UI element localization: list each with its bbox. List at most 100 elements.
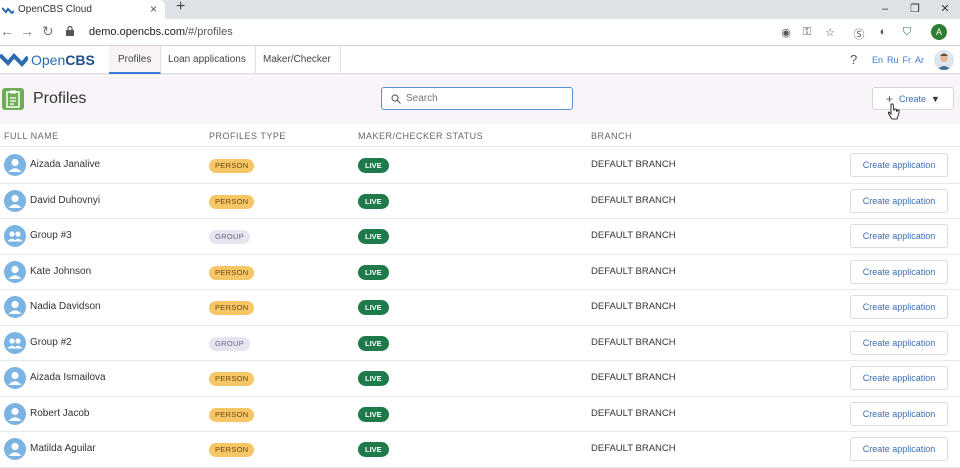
table-row[interactable]: Kate Johnson PERSON LIVE DEFAULT BRANCH Crea… [0, 254, 960, 290]
lang-ar[interactable]: Ar [915, 55, 924, 65]
profile-avatar [4, 260, 26, 283]
star-icon[interactable]: ☆ [823, 26, 837, 39]
logo-text: OpenCBS [31, 52, 95, 68]
tab-profiles[interactable]: Profiles [109, 46, 162, 74]
branch-name: DEFAULT BRANCH [591, 336, 676, 348]
create-application-button[interactable]: Create application [850, 188, 948, 213]
status-badge: LIVE [358, 442, 389, 457]
opencbs-logo[interactable]: OpenCBS [0, 51, 95, 69]
user-avatar[interactable] [934, 50, 954, 70]
profile-name[interactable]: Robert Jacob [30, 408, 89, 419]
person-icon [8, 158, 22, 172]
status-badge: LIVE [358, 158, 389, 173]
browser-tab[interactable]: OpenCBS Cloud × [0, 0, 165, 19]
search-input[interactable] [406, 91, 566, 106]
profile-name[interactable]: Group #2 [30, 337, 72, 348]
lang-fr[interactable]: Fr [903, 55, 912, 65]
table-row[interactable]: Aizada Janalive PERSON LIVE DEFAULT BRANCH C… [0, 148, 960, 184]
camera-blocked-icon[interactable]: ◉ [779, 26, 793, 39]
table-row[interactable]: Aizada Ismailova PERSON LIVE DEFAULT BRANCH… [0, 361, 960, 397]
help-icon[interactable]: ? [850, 52, 857, 67]
group-icon [7, 337, 23, 348]
profile-name[interactable]: David Duhovnyi [30, 195, 100, 206]
header-full-name[interactable]: FULL NAME [4, 131, 59, 141]
profile-type-badge: PERSON [209, 301, 255, 315]
profile-type-badge: PERSON [209, 194, 255, 209]
key-icon[interactable]: ⚿ [800, 26, 814, 39]
window-close-icon[interactable]: ✕ [930, 0, 960, 19]
restore-icon[interactable]: ❐ [900, 0, 930, 19]
app-header: OpenCBS Profiles Loan applications Maker… [0, 46, 960, 75]
create-application-button[interactable]: Create application [850, 366, 948, 390]
mouse-cursor-icon [888, 103, 900, 120]
page-title: Profiles [33, 90, 87, 107]
profile-type-badge: PERSON [209, 159, 255, 173]
person-icon [8, 371, 22, 385]
caret-down-icon: ▼ [931, 93, 940, 104]
profile-name[interactable]: Nadia Davidson [30, 301, 101, 312]
profile-name[interactable]: Kate Johnson [30, 266, 91, 277]
profile-name[interactable]: Group #3 [30, 230, 72, 241]
branch-name: DEFAULT BRANCH [591, 407, 676, 419]
forward-icon[interactable]: → [20, 23, 34, 39]
create-application-button[interactable]: Create application [850, 295, 948, 319]
lang-en[interactable]: En [872, 55, 883, 65]
create-button[interactable]: + Create ▼ [872, 87, 954, 110]
skype-icon[interactable]: Ⓢ [852, 26, 866, 42]
profile-name[interactable]: Aizada Janalive [30, 159, 100, 170]
status-badge: LIVE [358, 371, 389, 386]
create-application-button[interactable]: Create application [850, 401, 948, 426]
minimize-icon[interactable]: – [870, 0, 900, 19]
table-row[interactable]: David Duhovnyi PERSON LIVE DEFAULT BRANCH Cr… [0, 183, 960, 219]
table-row[interactable]: Group #2 GROUP LIVE DEFAULT BRANCH Create ap… [0, 325, 960, 361]
status-badge: LIVE [358, 335, 389, 351]
logo-text-light: Open [31, 52, 66, 68]
lang-ru[interactable]: Ru [887, 55, 899, 65]
profile-avatar [4, 402, 26, 425]
create-application-button[interactable]: Create application [850, 330, 948, 355]
table-row[interactable]: Nadia Davidson PERSON LIVE DEFAULT BRANCH Cr… [0, 290, 960, 326]
new-tab-icon[interactable]: + [176, 0, 185, 16]
header-profiles-type[interactable]: PROFILES TYPE [209, 131, 286, 141]
header-branch[interactable]: BRANCH [591, 131, 632, 141]
header-status[interactable]: MAKER/CHECKER STATUS [358, 131, 483, 141]
tab-close-icon[interactable]: × [150, 2, 157, 16]
profile-type-badge: PERSON [209, 407, 255, 422]
table-row[interactable]: Matilda Aguilar PERSON LIVE DEFAULT BRANCH C… [0, 432, 960, 468]
table-header: FULL NAME PROFILES TYPE MAKER/CHECKER ST… [0, 125, 960, 147]
table-row[interactable]: Group #3 GROUP LIVE DEFAULT BRANCH Create ap… [0, 219, 960, 255]
branch-name: DEFAULT BRANCH [591, 159, 676, 170]
person-icon [8, 265, 22, 279]
back-icon[interactable]: ← [0, 23, 14, 39]
shield-icon[interactable]: ⛉ [900, 26, 914, 39]
search-box[interactable] [381, 87, 573, 110]
reload-icon[interactable]: ↻ [42, 23, 54, 40]
profile-avatar [4, 225, 26, 247]
branch-name: DEFAULT BRANCH [591, 301, 676, 312]
profile-name[interactable]: Matilda Aguilar [30, 443, 96, 454]
url-field[interactable]: demo.opencbs.com/#/profiles [62, 22, 762, 43]
branch-name: DEFAULT BRANCH [591, 372, 676, 383]
profile-avatar [4, 189, 26, 212]
tab-maker-checker[interactable]: Maker/Checker [254, 46, 341, 74]
profile-type-badge: PERSON [209, 265, 255, 280]
browser-tabstrip: OpenCBS Cloud × + – ❐ ✕ [0, 0, 960, 19]
create-application-button[interactable]: Create application [850, 259, 948, 284]
create-application-button[interactable]: Create application [850, 153, 948, 177]
tab-loan-applications[interactable]: Loan applications [159, 46, 256, 74]
profile-type-badge: PERSON [209, 443, 255, 457]
extension-icon[interactable]: ◐ [876, 26, 890, 38]
clipboard-icon [2, 88, 24, 110]
person-icon [8, 407, 22, 421]
profile-type-badge: GROUP [209, 336, 251, 351]
opencbs-favicon [2, 6, 14, 14]
table-row[interactable]: Robert Jacob PERSON LIVE DEFAULT BRANCH Crea… [0, 396, 960, 432]
tab-title: OpenCBS Cloud [18, 4, 92, 15]
create-application-button[interactable]: Create application [850, 224, 948, 248]
profile-name[interactable]: Aizada Ismailova [30, 372, 106, 383]
browser-profile-avatar[interactable]: A [931, 24, 947, 40]
branch-name: DEFAULT BRANCH [591, 265, 676, 277]
url-path: /#/profiles [185, 26, 233, 38]
branch-name: DEFAULT BRANCH [591, 443, 676, 454]
create-application-button[interactable]: Create application [850, 437, 948, 461]
